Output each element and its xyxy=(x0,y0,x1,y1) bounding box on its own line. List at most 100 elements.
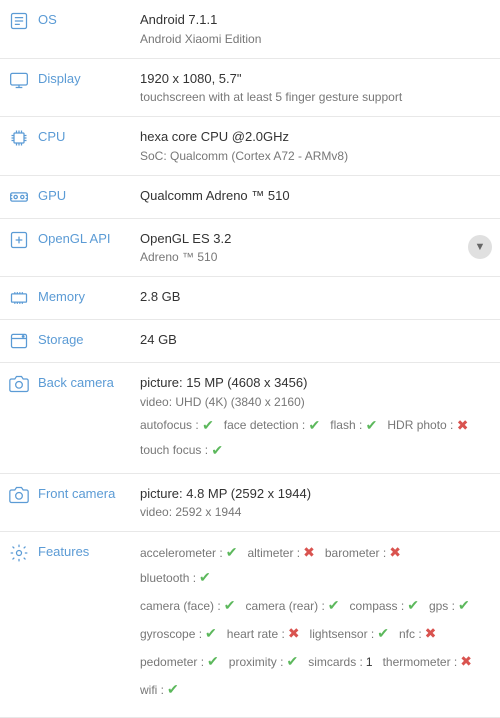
main-value-storage: 24 GB xyxy=(140,330,490,350)
sub-value-frontcamera: video: 2592 x 1944 xyxy=(140,503,490,521)
opengl-icon xyxy=(8,229,30,251)
label-text-display: Display xyxy=(38,69,81,86)
value-gpu: Qualcomm Adreno ™ 510 xyxy=(130,176,500,218)
check-icon: ✔ xyxy=(202,415,214,436)
label-text-backcamera: Back camera xyxy=(38,373,114,390)
label-opengl: OpenGL API xyxy=(0,219,130,277)
label-text-os: OS xyxy=(38,10,57,27)
cross-icon: ✖ xyxy=(389,544,401,560)
feature-lightsensor: lightsensor :✔ xyxy=(310,623,389,644)
feature-simcards: simcards : 1 xyxy=(308,651,372,672)
row-backcamera: Back camera picture: 15 MP (4608 x 3456)v… xyxy=(0,363,500,474)
camera-icon xyxy=(8,373,30,395)
feature-camera-(face): camera (face) :✔ xyxy=(140,595,235,616)
feature-altimeter: altimeter :✖ xyxy=(247,542,314,563)
check-icon: ✔ xyxy=(226,544,238,560)
feature-camera-(rear): camera (rear) :✔ xyxy=(245,595,339,616)
sub-value-opengl: Adreno ™ 510 xyxy=(140,248,490,266)
check-icon: ✔ xyxy=(286,653,298,669)
gpu-icon xyxy=(8,186,30,208)
label-backcamera: Back camera xyxy=(0,363,130,473)
main-value-os: Android 7.1.1 xyxy=(140,10,490,30)
row-features: Featuresaccelerometer :✔altimeter :✖baro… xyxy=(0,532,500,718)
cross-icon: ✖ xyxy=(288,625,300,641)
label-storage: Storage xyxy=(0,320,130,362)
sub-value-cpu: SoC: Qualcomm (Cortex A72 - ARMv8) xyxy=(140,147,490,165)
cross-icon: ✖ xyxy=(303,544,315,560)
row-memory: Memory 2.8 GB xyxy=(0,277,500,320)
main-value-cpu: hexa core CPU @2.0GHz xyxy=(140,127,490,147)
label-text-storage: Storage xyxy=(38,330,84,347)
label-frontcamera: Front camera xyxy=(0,474,130,532)
value-memory: 2.8 GB xyxy=(130,277,500,319)
label-text-frontcamera: Front camera xyxy=(38,484,115,501)
row-frontcamera: Front camera picture: 4.8 MP (2592 x 1944… xyxy=(0,474,500,533)
cf2-touch-focus: touch focus : ✔ xyxy=(140,440,223,461)
check-icon: ✔ xyxy=(458,597,470,613)
cross-icon: ✖ xyxy=(425,625,437,641)
label-text-cpu: CPU xyxy=(38,127,65,144)
main-value-memory: 2.8 GB xyxy=(140,287,490,307)
cpu-icon xyxy=(8,127,30,149)
feature-bluetooth: bluetooth :✔ xyxy=(140,567,211,588)
cross-icon: ✖ xyxy=(460,653,472,669)
display-icon xyxy=(8,69,30,91)
frontcamera-icon xyxy=(8,484,30,506)
check-icon: ✔ xyxy=(328,597,340,613)
value-cpu: hexa core CPU @2.0GHzSoC: Qualcomm (Cort… xyxy=(130,117,500,175)
sub-value-os: Android Xiaomi Edition xyxy=(140,30,490,48)
cross-icon: ✖ xyxy=(457,415,469,436)
check-icon: ✔ xyxy=(309,415,321,436)
cf-face-detection: face detection : ✔ xyxy=(224,415,320,436)
value-storage: 24 GB xyxy=(130,320,500,362)
label-text-memory: Memory xyxy=(38,287,85,304)
value-frontcamera: picture: 4.8 MP (2592 x 1944)video: 2592… xyxy=(130,474,500,532)
check-icon: ✔ xyxy=(167,681,179,697)
main-value-backcamera: picture: 15 MP (4608 x 3456) xyxy=(140,373,490,393)
feature-wifi: wifi :✔ xyxy=(140,679,179,700)
value-features: accelerometer :✔altimeter :✖barometer :✖… xyxy=(130,532,500,717)
cf-flash: flash : ✔ xyxy=(330,415,377,436)
label-cpu: CPU xyxy=(0,117,130,175)
sub-value-backcamera: video: UHD (4K) (3840 x 2160) xyxy=(140,393,490,411)
chevron-down-icon: ▼ xyxy=(475,241,486,253)
label-text-opengl: OpenGL API xyxy=(38,229,111,246)
main-value-frontcamera: picture: 4.8 MP (2592 x 1944) xyxy=(140,484,490,504)
feature-proximity: proximity :✔ xyxy=(229,651,298,672)
storage-icon xyxy=(8,330,30,352)
main-value-gpu: Qualcomm Adreno ™ 510 xyxy=(140,186,490,206)
row-display: Display 1920 x 1080, 5.7"touchscreen with… xyxy=(0,59,500,118)
os-icon xyxy=(8,10,30,32)
row-os: OS Android 7.1.1Android Xiaomi Edition xyxy=(0,0,500,59)
label-os: OS xyxy=(0,0,130,58)
cf-autofocus: autofocus : ✔ xyxy=(140,415,214,436)
value-os: Android 7.1.1Android Xiaomi Edition xyxy=(130,0,500,58)
feature-nfc: nfc :✖ xyxy=(399,623,436,644)
value-opengl: OpenGL ES 3.2Adreno ™ 510 xyxy=(130,219,500,277)
check-icon: ✔ xyxy=(224,597,236,613)
feature-gyroscope: gyroscope :✔ xyxy=(140,623,217,644)
memory-icon xyxy=(8,287,30,309)
value-backcamera: picture: 15 MP (4608 x 3456)video: UHD (… xyxy=(130,363,500,473)
check-icon: ✔ xyxy=(407,597,419,613)
value-display: 1920 x 1080, 5.7"touchscreen with at lea… xyxy=(130,59,500,117)
cf-HDR-photo: HDR photo : ✖ xyxy=(387,415,468,436)
row-opengl: OpenGL API OpenGL ES 3.2Adreno ™ 510▼ xyxy=(0,219,500,278)
features-icon xyxy=(8,542,30,564)
feature-barometer: barometer :✖ xyxy=(325,542,401,563)
check-icon: ✔ xyxy=(207,653,219,669)
check-icon: ✔ xyxy=(199,569,211,585)
feature-heart-rate: heart rate :✖ xyxy=(227,623,300,644)
label-gpu: GPU xyxy=(0,176,130,218)
sub-value-display: touchscreen with at least 5 finger gestu… xyxy=(140,88,490,106)
check-icon: ✔ xyxy=(205,625,217,641)
label-features: Features xyxy=(0,532,130,717)
main-value-opengl: OpenGL ES 3.2 xyxy=(140,229,490,249)
check-icon: ✔ xyxy=(211,440,223,461)
main-value-display: 1920 x 1080, 5.7" xyxy=(140,69,490,89)
feature-compass: compass :✔ xyxy=(350,595,419,616)
row-gpu: GPU Qualcomm Adreno ™ 510 xyxy=(0,176,500,219)
feature-pedometer: pedometer :✔ xyxy=(140,651,219,672)
opengl-expand-button[interactable]: ▼ xyxy=(468,235,492,259)
label-display: Display xyxy=(0,59,130,117)
